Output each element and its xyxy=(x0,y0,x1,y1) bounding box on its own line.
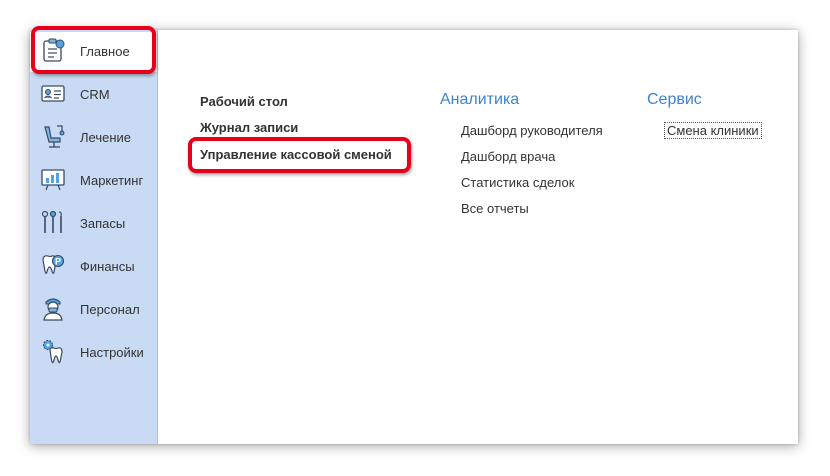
dental-chair-icon xyxy=(40,123,66,149)
sidebar-item-label: Маркетинг xyxy=(80,173,144,188)
sidebar: Главное CRM Лечение Маркетинг Запасы P Ф… xyxy=(30,30,158,444)
sidebar-item-finance[interactable]: P Финансы xyxy=(30,247,157,287)
sidebar-item-settings[interactable]: Настройки xyxy=(30,333,157,373)
analytics-title: Аналитика xyxy=(440,91,520,108)
link-change-clinic[interactable]: Смена клиники xyxy=(664,122,762,139)
home-clipboard-icon xyxy=(40,37,66,63)
dental-tools-icon xyxy=(40,209,66,235)
sidebar-item-label: CRM xyxy=(80,87,110,102)
service-title: Сервис xyxy=(647,91,702,108)
tooth-gear-icon xyxy=(40,338,66,364)
tooth-coin-icon: P xyxy=(40,252,66,278)
sidebar-item-label: Персонал xyxy=(80,302,140,317)
sidebar-item-main[interactable]: Главное xyxy=(30,32,157,72)
sidebar-item-label: Запасы xyxy=(80,216,126,231)
link-cash-shift-management[interactable]: Управление кассовой сменой xyxy=(200,147,392,162)
doctor-icon xyxy=(40,295,66,321)
sidebar-item-label: Финансы xyxy=(80,259,135,274)
main-content: Рабочий стол Журнал записи Управление ка… xyxy=(158,30,798,444)
link-deals-statistics[interactable]: Статистика сделок xyxy=(461,175,574,190)
sidebar-item-label: Настройки xyxy=(80,345,144,360)
sidebar-item-label: Лечение xyxy=(80,130,132,145)
sidebar-item-stock[interactable]: Запасы xyxy=(30,204,157,244)
sidebar-item-marketing[interactable]: Маркетинг xyxy=(30,161,157,201)
link-appointment-log[interactable]: Журнал записи xyxy=(200,120,298,135)
link-manager-dashboard[interactable]: Дашборд руководителя xyxy=(461,123,603,138)
sidebar-item-treatment[interactable]: Лечение xyxy=(30,118,157,158)
link-all-reports[interactable]: Все отчеты xyxy=(461,201,529,216)
link-desktop[interactable]: Рабочий стол xyxy=(200,94,288,109)
sidebar-item-staff[interactable]: Персонал xyxy=(30,290,157,330)
marketing-board-icon xyxy=(40,166,66,192)
sidebar-item-label: Главное xyxy=(80,44,130,59)
link-doctor-dashboard[interactable]: Дашборд врача xyxy=(461,149,555,164)
sidebar-item-crm[interactable]: CRM xyxy=(30,75,157,115)
crm-card-icon xyxy=(40,80,66,106)
svg-text:P: P xyxy=(55,257,61,267)
app-window: Главное CRM Лечение Маркетинг Запасы P Ф… xyxy=(30,30,798,444)
